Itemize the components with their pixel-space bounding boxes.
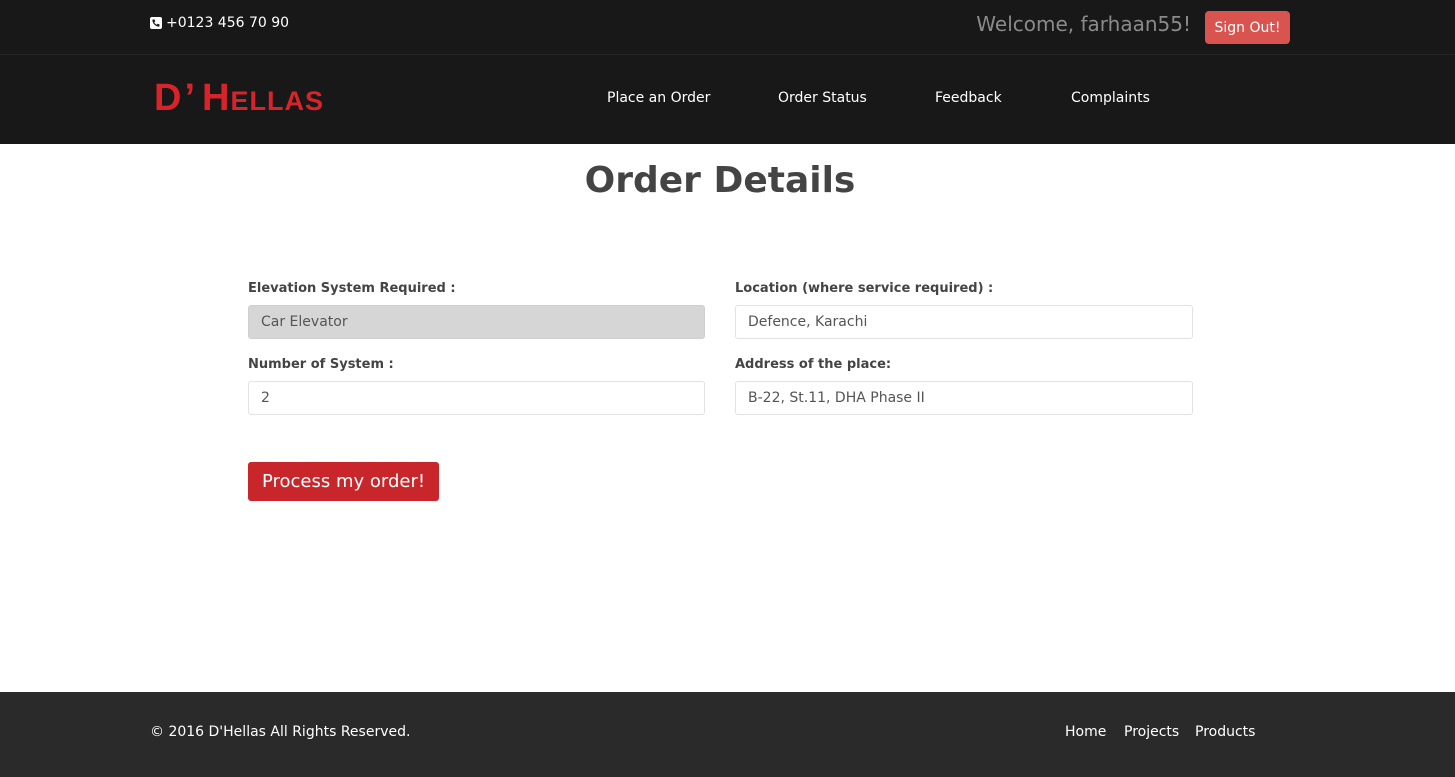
number-of-system-label: Number of System : bbox=[248, 357, 394, 372]
nav-complaints[interactable]: Complaints bbox=[1071, 90, 1150, 106]
page-title: Order Details bbox=[584, 160, 856, 201]
process-order-button[interactable]: Process my order! bbox=[248, 462, 439, 501]
logo-letter-h: H bbox=[202, 77, 231, 119]
address-field[interactable] bbox=[735, 381, 1193, 415]
address-label: Address of the place: bbox=[735, 357, 892, 372]
footer-link-products[interactable]: Products bbox=[1195, 724, 1255, 740]
location-field[interactable] bbox=[735, 305, 1193, 339]
footer-link-home[interactable]: Home bbox=[1065, 724, 1106, 740]
elevation-system-field[interactable] bbox=[248, 305, 705, 339]
phone-number: +0123 456 70 90 bbox=[166, 15, 290, 31]
welcome-message: Welcome, farhaan55! bbox=[976, 12, 1191, 36]
phone-icon bbox=[150, 17, 162, 29]
logo-apostrophe: ’ bbox=[184, 77, 197, 119]
location-label: Location (where service required) : bbox=[735, 281, 994, 296]
nav-feedback[interactable]: Feedback bbox=[935, 90, 1002, 106]
logo-rest: ELLAS bbox=[230, 86, 324, 116]
nav-order-status[interactable]: Order Status bbox=[778, 90, 867, 106]
top-bar: +0123 456 70 90 Welcome, farhaan55! Sign… bbox=[0, 0, 1455, 55]
footer-link-projects[interactable]: Projects bbox=[1124, 724, 1179, 740]
phone-contact: +0123 456 70 90 bbox=[150, 15, 289, 31]
number-of-system-field[interactable] bbox=[248, 381, 705, 415]
brand-logo[interactable]: D ’ H ELLAS bbox=[154, 77, 324, 120]
footer: © 2016 D'Hellas All Rights Reserved. Hom… bbox=[0, 692, 1455, 777]
nav-place-order[interactable]: Place an Order bbox=[607, 90, 710, 106]
logo-letter-d: D bbox=[154, 77, 183, 119]
elevation-system-label: Elevation System Required : bbox=[248, 281, 456, 296]
copyright-text: © 2016 D'Hellas All Rights Reserved. bbox=[150, 724, 411, 740]
main-navbar: D ’ H ELLAS Place an Order Order Status … bbox=[0, 55, 1455, 144]
sign-out-button[interactable]: Sign Out! bbox=[1205, 11, 1290, 44]
